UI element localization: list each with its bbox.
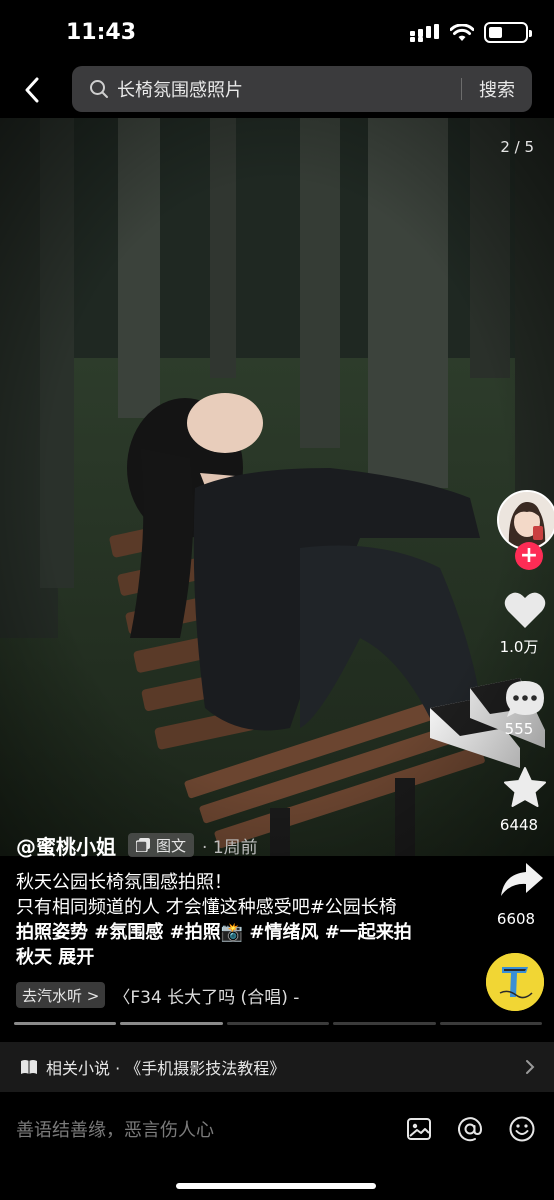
post-photo[interactable] [0,118,554,856]
home-indicator[interactable] [176,1183,376,1189]
share-arrow-icon [501,863,543,896]
image-icon[interactable] [404,1114,434,1144]
heart-icon [504,592,546,628]
author-name[interactable]: @蜜桃小姐 [16,831,116,860]
share-button[interactable]: 6608 [480,860,552,928]
battery-cap [529,30,532,37]
comment-bar: 善语结善缘，恶言伤人心 [0,1092,554,1168]
search-button[interactable]: 搜索 [462,76,532,102]
caption-line: 只有相同频道的人 才会懂这种感受吧#公园长椅 [16,897,397,918]
book-icon [20,1059,38,1075]
park-bench-photo [0,118,554,856]
progress-segment [120,1022,223,1025]
like-count: 1.0万 [499,638,539,656]
comment-count: 555 [504,720,534,738]
page-indicator: 2 / 5 [500,138,534,156]
comment-input[interactable]: 善语结善缘，恶言伤人心 [16,1116,214,1142]
open-in-app-tag[interactable]: 去汽水听 > [16,982,106,1008]
battery-icon [484,22,532,43]
post-type-tag: 图文 [128,833,195,857]
like-button[interactable]: 1.0万 [484,590,554,657]
back-button[interactable] [14,70,50,110]
favorite-count: 6448 [499,816,539,834]
comment-button[interactable]: 555 [484,678,554,738]
image-stack-icon [136,838,150,852]
chevron-right-icon [524,1059,536,1075]
wifi-icon [450,23,474,41]
status-bar: 11:43 [0,0,554,64]
comment-icon [506,681,544,717]
status-time: 11:43 [66,20,137,45]
status-icons [410,22,532,43]
follow-button[interactable]: + [515,542,543,570]
music-disc-cover [486,953,544,1011]
related-novel-row[interactable]: 相关小说 · 《手机摄影技法教程》 [0,1042,554,1092]
emoji-icon[interactable] [507,1114,537,1144]
author-row: @蜜桃小姐 图文 · 1周前 [16,831,258,860]
post-time: · 1周前 [202,837,258,858]
author-avatar[interactable] [497,490,554,550]
favorite-button[interactable]: 6448 [484,766,554,834]
caption-line: 秋天 展开 [16,947,95,968]
share-count: 6608 [496,910,536,928]
music-title: 〈F34 长大了吗 (合唱) - [113,987,300,1008]
search-header: 长椅氛围感照片 搜索 [0,64,554,114]
music-row[interactable]: 去汽水听 > 〈F34 长大了吗 (合唱) - [16,982,299,1008]
avatar-image [499,492,554,548]
post-type-label: 图文 [156,836,187,855]
caption-line: 拍照姿势 #氛围感 #拍照📸 #情绪风 #一起来拍 [16,922,412,943]
search-icon [89,79,109,99]
chevron-left-icon [25,77,39,103]
at-icon[interactable] [455,1114,485,1144]
related-novel-text: 相关小说 · 《手机摄影技法教程》 [46,1059,286,1078]
post-caption[interactable]: 秋天公园长椅氛围感拍照！ 只有相同频道的人 才会懂这种感受吧#公园长椅 拍照姿势… [16,870,446,970]
music-disc[interactable] [486,953,544,1011]
progress-segment [333,1022,436,1025]
search-input[interactable]: 长椅氛围感照片 [117,76,461,102]
image-progress [14,1022,543,1026]
progress-segment [226,1022,330,1025]
progress-segment [14,1022,117,1025]
cellular-signal-icon [410,23,439,42]
caption-line: 秋天公园长椅氛围感拍照！ [16,872,232,893]
battery-fill [489,27,502,38]
search-box[interactable]: 长椅氛围感照片 搜索 [72,66,532,112]
star-icon [504,767,546,807]
progress-segment [439,1022,543,1025]
